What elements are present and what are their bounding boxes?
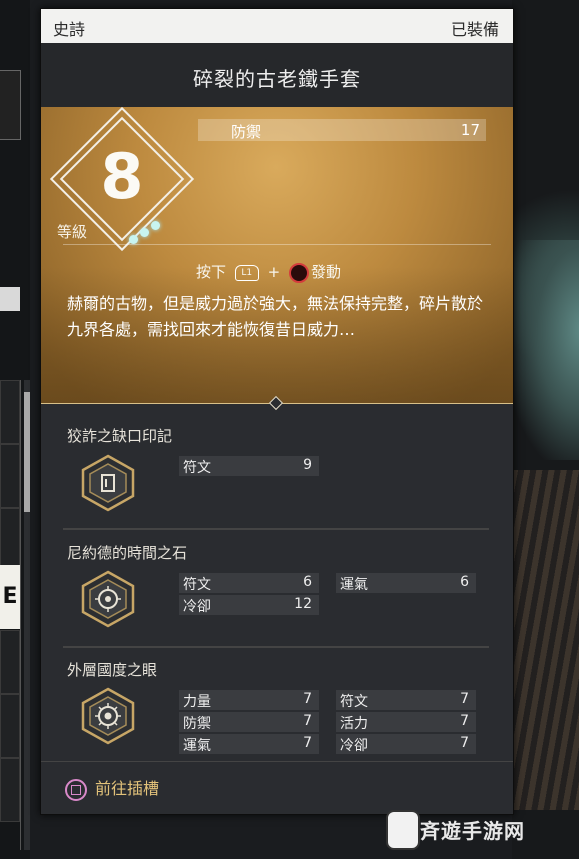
circle-button-icon [288, 262, 309, 283]
attr-value: 7 [303, 691, 312, 707]
attr-label: 符文 [340, 694, 368, 710]
item-info-card: 8 等級 防禦 17 按下 L1 + 發動 赫爾的古物，但是威力過於強大，無法保… [41, 106, 513, 404]
attr-value: 12 [294, 596, 312, 612]
item-level: 8 [100, 140, 144, 213]
stat-value: 17 [460, 121, 480, 139]
rune-attribute: 冷卻 7 [336, 734, 476, 754]
defense-stat-row: 防禦 17 [198, 119, 486, 141]
rune-attribute: 冷卻 12 [179, 595, 319, 615]
mascot-logo-icon [386, 810, 420, 850]
attr-value: 6 [303, 574, 312, 590]
activation-prompt: 按下 L1 + 發動 [196, 261, 341, 283]
rune-title: 外層國度之眼 [67, 661, 158, 679]
square-button-icon [65, 778, 87, 801]
rune-attribute: 符文 9 [179, 456, 319, 476]
attr-label: 力量 [183, 694, 211, 710]
item-description: 赫爾的古物，但是威力過於強大，無法保持完整，碎片散於九界各處，需找回來才能恢復昔… [67, 294, 484, 339]
rune-socket-icon[interactable] [79, 454, 137, 512]
section-divider [63, 528, 489, 530]
attr-label: 符文 [183, 577, 211, 593]
upgrade-dot [140, 228, 149, 237]
level-label: 等級 [57, 223, 88, 241]
attr-label: 運氣 [183, 738, 211, 754]
left-inventory-slot[interactable] [0, 694, 20, 758]
left-inventory-slot[interactable] [0, 508, 20, 572]
section-divider [63, 646, 489, 648]
left-inventory-slot[interactable] [0, 758, 20, 822]
attr-value: 7 [303, 713, 312, 729]
left-panel-frame [0, 70, 21, 140]
attr-label: 冷卻 [340, 738, 368, 754]
attr-value: 6 [460, 574, 469, 590]
stat-label: 防禦 [231, 123, 262, 141]
prompt-plus: + [267, 263, 281, 281]
item-title-bar: 碎裂的古老鐵手套 [41, 43, 513, 108]
rune-title: 狡詐之缺口印記 [67, 427, 173, 445]
left-panel-highlight-bar [0, 287, 20, 311]
upgrade-dot [129, 235, 138, 244]
l1-button-icon: L1 [234, 264, 259, 281]
prompt-action: 發動 [310, 263, 341, 281]
prompt-press: 按下 [196, 263, 227, 281]
item-header-bar: 史詩 已裝備 [41, 9, 513, 43]
attr-value: 7 [460, 713, 469, 729]
left-inventory-slot[interactable] [0, 444, 20, 508]
watermark-text: 斉遊手游网 [420, 819, 525, 843]
item-name: 碎裂的古老鐵手套 [193, 67, 361, 91]
rune-title: 尼約德的時間之石 [67, 544, 188, 562]
attr-value: 9 [303, 457, 312, 473]
attr-value: 7 [460, 735, 469, 751]
left-inventory-slot[interactable] [0, 630, 20, 694]
card-divider [63, 244, 491, 245]
upgrade-dot [151, 221, 160, 230]
attr-label: 冷卻 [183, 599, 211, 615]
rarity-label: 史詩 [53, 20, 86, 39]
scrollbar-thumb[interactable] [24, 392, 30, 512]
action-divider [41, 761, 513, 762]
rune-attribute: 符文 7 [336, 690, 476, 710]
item-detail-panel: 史詩 已裝備 碎裂的古老鐵手套 8 等級 防禦 17 按下 L1 + 發動 赫爾… [40, 8, 514, 815]
rune-socket-icon[interactable] [79, 570, 137, 628]
rune-attribute: 活力 7 [336, 712, 476, 732]
site-watermark: 斉遊手游网 [380, 810, 579, 859]
attr-label: 符文 [183, 460, 211, 476]
left-selected-slot[interactable]: E [0, 565, 20, 629]
attr-label: 防禦 [183, 716, 211, 732]
rune-socket-icon[interactable] [79, 687, 137, 745]
rune-attribute: 運氣 7 [179, 734, 319, 754]
equipped-status: 已裝備 [450, 20, 499, 39]
attr-value: 7 [303, 735, 312, 751]
attr-label: 活力 [340, 716, 368, 732]
rune-attribute: 力量 7 [179, 690, 319, 710]
rune-attribute: 防禦 7 [179, 712, 319, 732]
character-chain-detail [512, 470, 579, 810]
left-inventory-slot[interactable] [0, 380, 20, 444]
attr-value: 7 [460, 691, 469, 707]
go-to-slot-label: 前往插槽 [95, 779, 160, 798]
go-to-slot-button[interactable]: 前往插槽 [65, 775, 159, 801]
rune-attribute: 運氣 6 [336, 573, 476, 593]
rune-attribute: 符文 6 [179, 573, 319, 593]
character-armor [512, 240, 579, 460]
attr-label: 運氣 [340, 577, 368, 593]
